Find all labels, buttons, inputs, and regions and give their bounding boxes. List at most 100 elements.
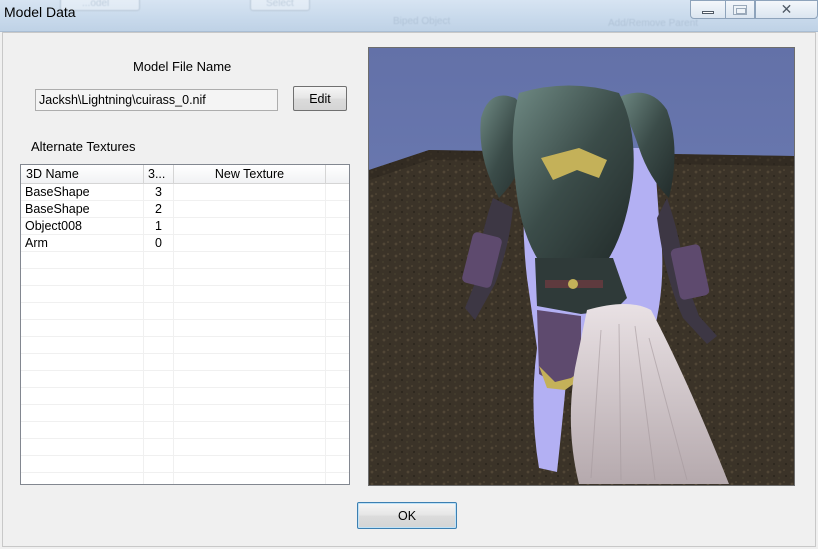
cell-index: 1 — [144, 218, 174, 235]
cell-empty — [174, 269, 326, 286]
column-header-3d-name[interactable]: 3D Name — [21, 165, 144, 184]
cell-empty — [144, 269, 174, 286]
cell-empty — [174, 405, 326, 422]
background-ghost-addons: Add/Remove Parent — [608, 18, 699, 29]
cell-empty — [326, 354, 349, 371]
title-bar[interactable]: ...odel Select Biped Object Add/Remove P… — [0, 0, 818, 32]
cell-empty — [21, 456, 144, 473]
cell-empty — [144, 405, 174, 422]
cell-empty — [326, 303, 349, 320]
maximize-icon — [733, 4, 747, 15]
column-header-blank[interactable] — [326, 165, 349, 184]
cell-index: 0 — [144, 235, 174, 252]
cell-3d-name: Object008 — [21, 218, 144, 235]
cell-3d-name: Arm — [21, 235, 144, 252]
cell-empty — [21, 371, 144, 388]
table-row-empty — [21, 303, 349, 320]
cell-empty — [144, 252, 174, 269]
table-row-empty — [21, 337, 349, 354]
cell-empty — [326, 371, 349, 388]
window-title: Model Data — [4, 4, 76, 20]
alternate-textures-table[interactable]: 3D Name 3... New Texture BaseShape 3 Bas… — [20, 164, 350, 485]
alternate-textures-label: Alternate Textures — [31, 139, 136, 154]
table-row-empty — [21, 252, 349, 269]
cell-empty — [326, 252, 349, 269]
cell-empty — [21, 269, 144, 286]
cell-blank — [326, 218, 349, 235]
cell-empty — [174, 354, 326, 371]
maximize-button[interactable] — [725, 0, 755, 19]
cell-empty — [21, 439, 144, 456]
table-row-empty — [21, 473, 349, 484]
cell-empty — [21, 303, 144, 320]
cell-empty — [144, 354, 174, 371]
close-icon: ✕ — [780, 1, 793, 18]
table-row[interactable]: Object008 1 — [21, 218, 349, 235]
cell-empty — [21, 252, 144, 269]
table-row-empty — [21, 439, 349, 456]
cell-empty — [21, 354, 144, 371]
table-row-empty — [21, 320, 349, 337]
cell-new-texture[interactable] — [174, 201, 326, 218]
edit-button[interactable]: Edit — [293, 86, 347, 111]
cell-empty — [174, 286, 326, 303]
cell-new-texture[interactable] — [174, 184, 326, 201]
background-ghost-select-label: Select — [266, 0, 294, 9]
table-row-empty — [21, 456, 349, 473]
cell-empty — [144, 303, 174, 320]
cell-empty — [21, 286, 144, 303]
cell-empty — [326, 269, 349, 286]
cell-new-texture[interactable] — [174, 235, 326, 252]
cell-empty — [326, 473, 349, 484]
cell-empty — [174, 439, 326, 456]
table-row[interactable]: BaseShape 3 — [21, 184, 349, 201]
cell-empty — [144, 473, 174, 484]
cell-blank — [326, 235, 349, 252]
table-body: BaseShape 3 BaseShape 2 Object008 1 Arm … — [21, 184, 349, 484]
table-row-empty — [21, 405, 349, 422]
cell-empty — [174, 320, 326, 337]
cell-empty — [326, 422, 349, 439]
cell-empty — [326, 439, 349, 456]
cell-empty — [174, 303, 326, 320]
cell-empty — [21, 388, 144, 405]
cell-empty — [174, 422, 326, 439]
cell-empty — [144, 456, 174, 473]
cell-empty — [174, 252, 326, 269]
cell-empty — [174, 371, 326, 388]
cell-blank — [326, 201, 349, 218]
close-button[interactable]: ✕ — [755, 0, 818, 19]
cell-empty — [144, 337, 174, 354]
cell-empty — [326, 456, 349, 473]
cell-index: 3 — [144, 184, 174, 201]
model-file-name-label: Model File Name — [133, 59, 232, 74]
cell-empty — [174, 388, 326, 405]
table-row-empty — [21, 371, 349, 388]
cell-3d-name: BaseShape — [21, 184, 144, 201]
ok-button[interactable]: OK — [357, 502, 457, 529]
cell-new-texture[interactable] — [174, 218, 326, 235]
model-file-name-field[interactable]: Jacksh\Lightning\cuirass_0.nif — [35, 89, 278, 111]
minimize-button[interactable] — [690, 0, 726, 19]
model-preview-viewport[interactable] — [368, 47, 795, 486]
table-row-empty — [21, 354, 349, 371]
cell-empty — [21, 473, 144, 484]
cell-index: 2 — [144, 201, 174, 218]
cell-empty — [144, 439, 174, 456]
cell-empty — [326, 405, 349, 422]
cell-empty — [144, 388, 174, 405]
cell-empty — [326, 388, 349, 405]
armor-model-preview-icon — [369, 48, 794, 485]
table-row[interactable]: Arm 0 — [21, 235, 349, 252]
table-row-empty — [21, 286, 349, 303]
minimize-icon — [702, 11, 714, 14]
cell-empty — [326, 286, 349, 303]
column-header-new-texture[interactable]: New Texture — [174, 165, 326, 184]
cell-empty — [326, 337, 349, 354]
cell-empty — [21, 320, 144, 337]
background-ghost-object: Biped Object — [393, 16, 451, 27]
column-header-index[interactable]: 3... — [144, 165, 174, 184]
cell-empty — [326, 320, 349, 337]
table-row[interactable]: BaseShape 2 — [21, 201, 349, 218]
cell-empty — [144, 320, 174, 337]
